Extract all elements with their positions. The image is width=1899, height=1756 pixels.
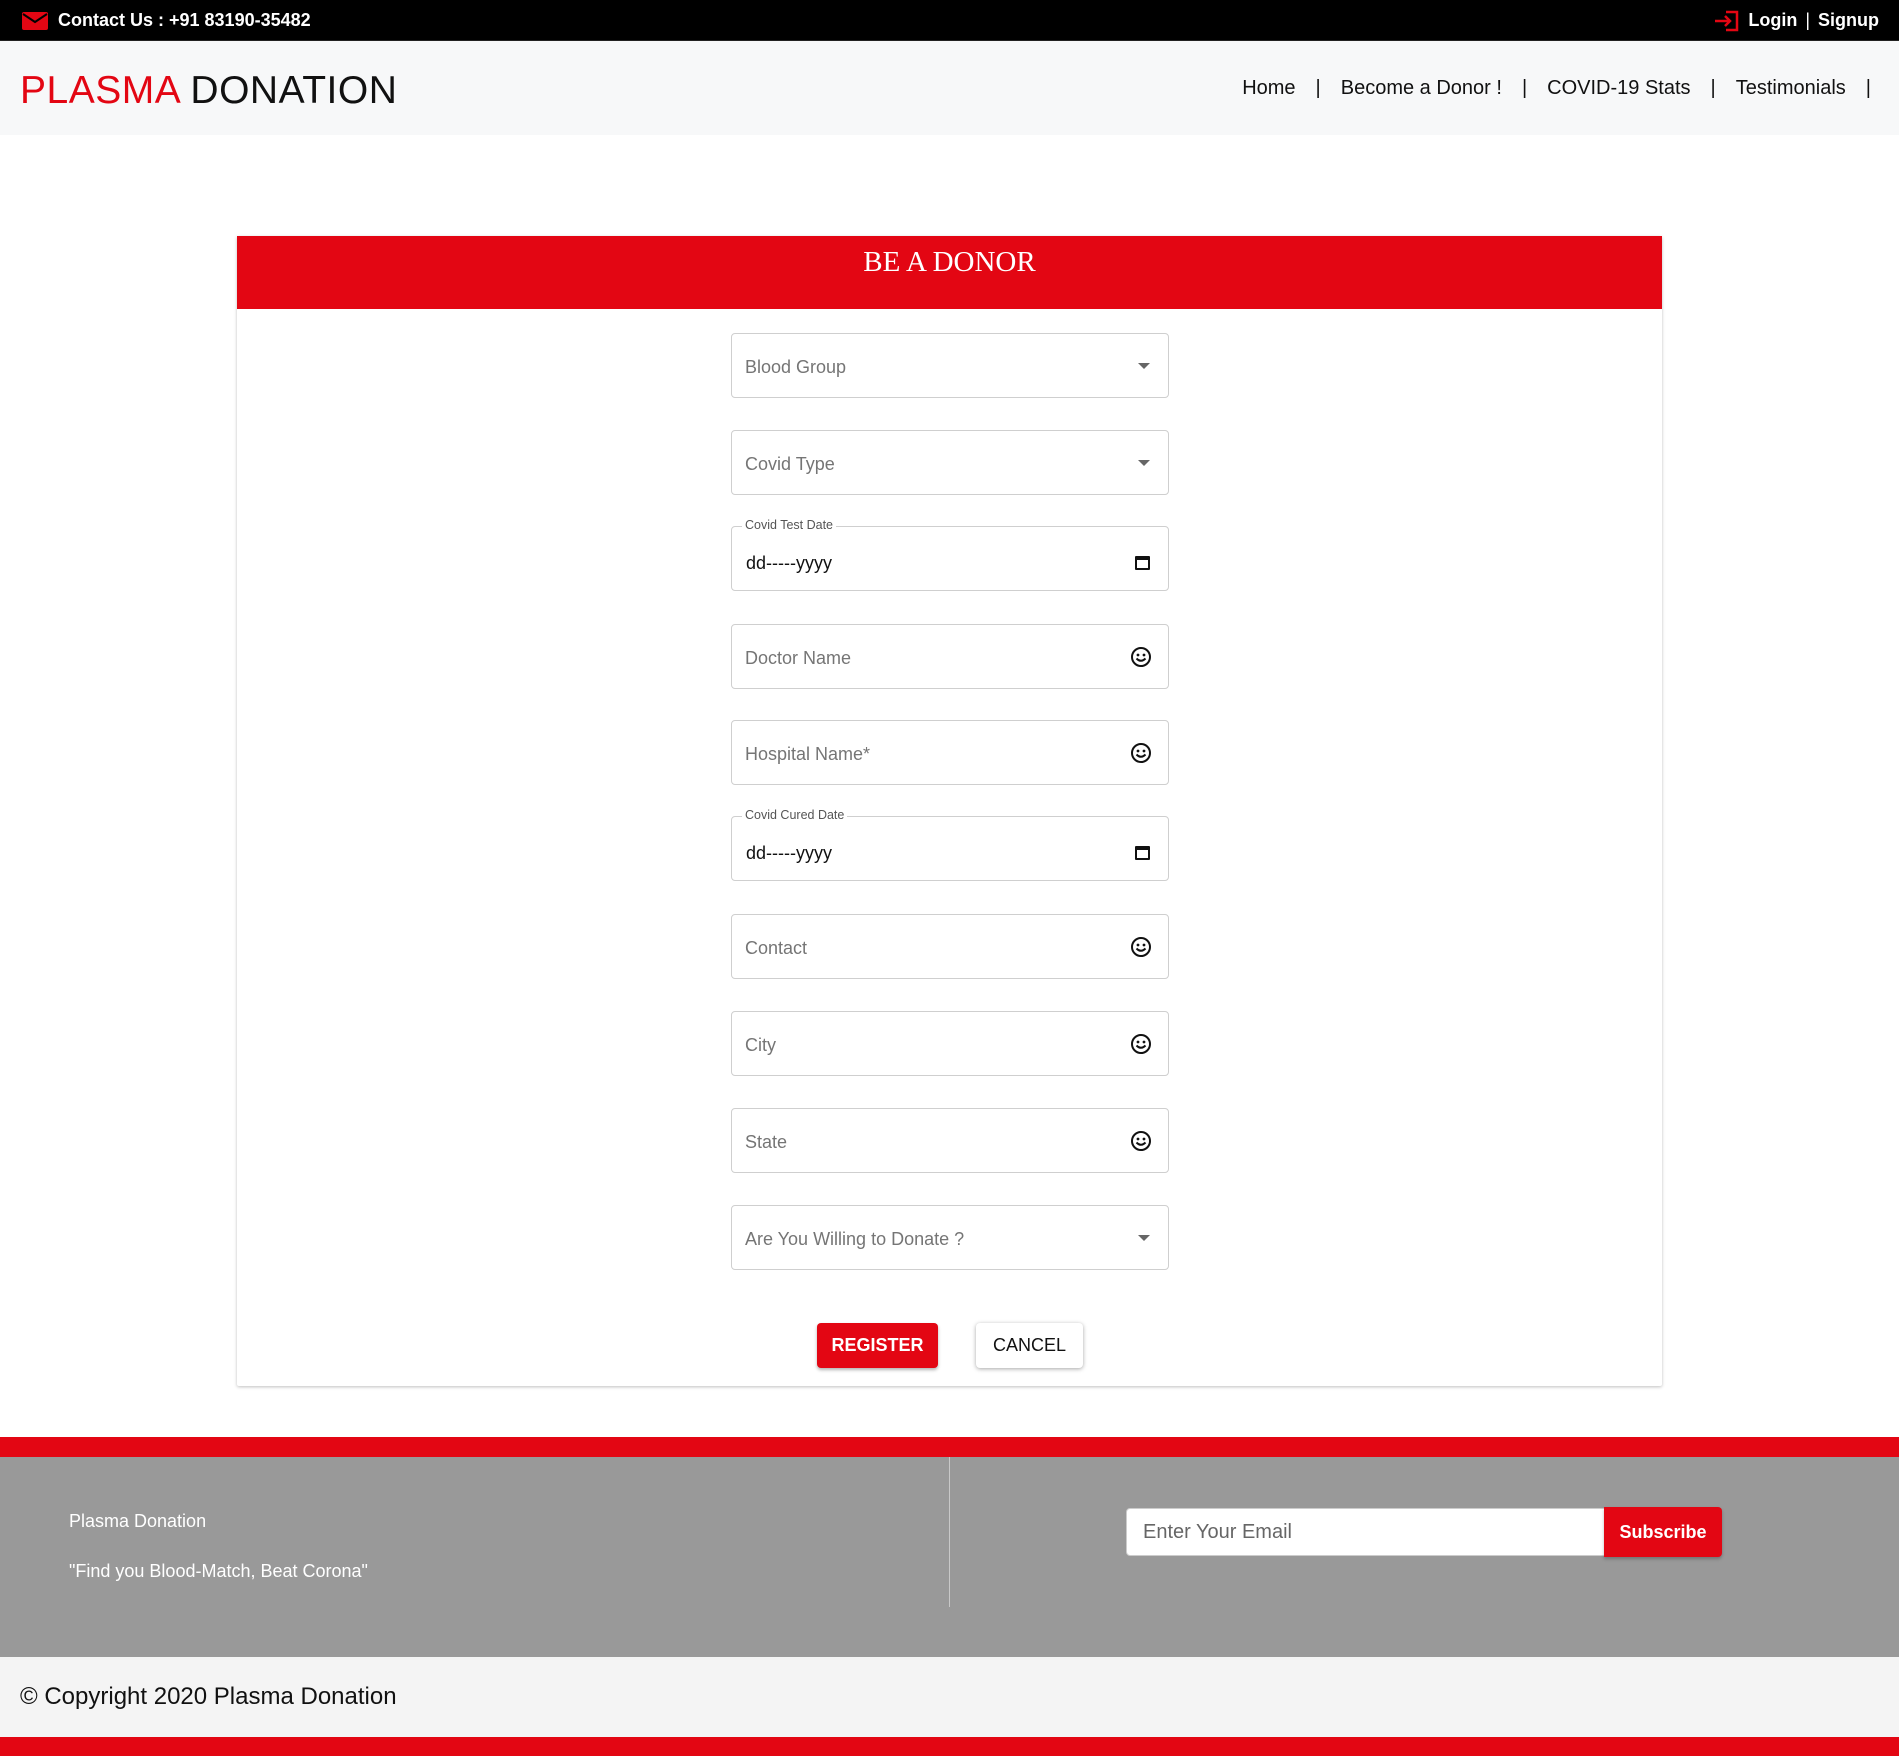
doctor-name-placeholder: Doctor Name <box>745 648 852 668</box>
willing-to-donate-select[interactable]: Are You Willing to Donate ? <box>731 1205 1169 1270</box>
blood-group-label: Blood Group <box>745 357 847 377</box>
smiley-icon <box>1131 647 1151 667</box>
cancel-button[interactable]: CANCEL <box>976 1323 1083 1368</box>
city-placeholder: City <box>745 1035 776 1055</box>
covid-test-date-label: Covid Test Date <box>742 518 837 532</box>
covid-test-date-value: dd-----yyyy <box>746 553 832 573</box>
willing-to-donate-label: Are You Willing to Donate ? <box>745 1229 965 1249</box>
login-link[interactable]: Login <box>1748 10 1797 31</box>
signup-link[interactable]: Signup <box>1818 10 1879 31</box>
smiley-icon <box>1131 937 1151 957</box>
smiley-icon <box>1131 1034 1151 1054</box>
nav-separator: | <box>1865 76 1871 99</box>
auth-links: Login | Signup <box>1714 0 1879 41</box>
subscribe-button[interactable]: Subscribe <box>1604 1507 1722 1557</box>
contact-text: Contact Us : +91 83190-35482 <box>58 10 311 30</box>
logo-plasma: PLASMA <box>20 69 180 112</box>
dropdown-arrow-icon <box>1138 460 1150 466</box>
hospital-name-input[interactable]: Hospital Name* <box>731 720 1169 785</box>
footer-tagline: "Find you Blood-Match, Beat Corona" <box>69 1561 368 1581</box>
register-button[interactable]: REGISTER <box>817 1323 938 1368</box>
login-arrow-icon <box>1715 10 1739 31</box>
covid-test-date-input[interactable]: Covid Test Date dd-----yyyy <box>731 518 1169 591</box>
bottom-stripe <box>0 1737 1899 1756</box>
state-input[interactable]: State <box>731 1108 1169 1173</box>
copyright-text: © Copyright 2020 Plasma Donation <box>20 1683 397 1710</box>
blood-group-select[interactable]: Blood Group <box>731 333 1169 398</box>
site-header: PLASMA DONATION Home | Become a Donor ! … <box>0 41 1899 135</box>
footer-brand: Plasma Donation <box>69 1511 207 1531</box>
footer-top-stripe <box>0 1437 1899 1457</box>
logo-donation: DONATION <box>190 69 398 112</box>
nav-testimonials[interactable]: Testimonials <box>1716 77 1866 100</box>
covid-cured-date-value: dd-----yyyy <box>746 843 832 863</box>
state-placeholder: State <box>745 1132 788 1152</box>
donor-form-card: BE A DONOR Blood Group Covid Type Covid … <box>237 236 1662 1386</box>
covid-cured-date-input[interactable]: Covid Cured Date dd-----yyyy <box>731 808 1169 881</box>
footer-divider <box>949 1457 950 1607</box>
envelope-icon <box>22 11 48 30</box>
doctor-name-input[interactable]: Doctor Name <box>731 624 1169 689</box>
covid-type-select[interactable]: Covid Type <box>731 430 1169 495</box>
site-footer: Plasma Donation "Find you Blood-Match, B… <box>0 1457 1899 1657</box>
smiley-icon <box>1131 1131 1151 1151</box>
top-bar: Contact Us : +91 83190-35482 Login | Sig… <box>0 0 1899 41</box>
form-title: BE A DONOR <box>237 236 1662 309</box>
hospital-name-placeholder: Hospital Name* <box>745 744 871 764</box>
covid-cured-date-label: Covid Cured Date <box>742 808 848 822</box>
newsletter-email-input[interactable]: Enter Your Email <box>1126 1508 1606 1556</box>
calendar-icon[interactable] <box>1135 556 1150 570</box>
covid-type-label: Covid Type <box>745 454 835 474</box>
nav-become-donor[interactable]: Become a Donor ! <box>1321 77 1522 100</box>
calendar-icon[interactable] <box>1135 846 1150 860</box>
main-nav: Home | Become a Donor ! | COVID-19 Stats… <box>1222 41 1871 135</box>
city-input[interactable]: City <box>731 1011 1169 1076</box>
contact-placeholder: Contact <box>745 938 808 958</box>
dropdown-arrow-icon <box>1138 1235 1150 1241</box>
dropdown-arrow-icon <box>1138 363 1150 369</box>
copyright-bar: © Copyright 2020 Plasma Donation <box>0 1657 1899 1737</box>
nav-covid-stats[interactable]: COVID-19 Stats <box>1527 77 1710 100</box>
nav-home[interactable]: Home <box>1222 77 1315 100</box>
auth-separator: | <box>1805 10 1810 30</box>
site-logo[interactable]: PLASMA DONATION <box>20 69 397 113</box>
contact-info: Contact Us : +91 83190-35482 <box>22 0 311 41</box>
contact-input[interactable]: Contact <box>731 914 1169 979</box>
smiley-icon <box>1131 743 1151 763</box>
